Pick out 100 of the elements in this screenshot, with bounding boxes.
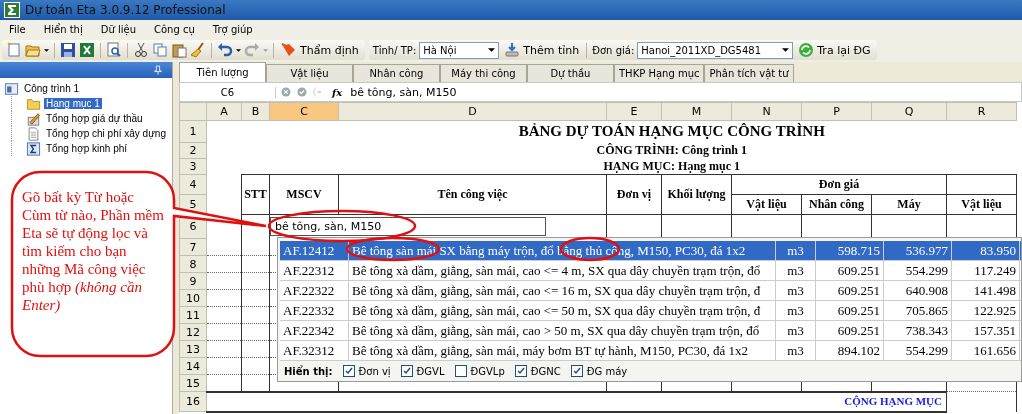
dropdown-arrow-icon[interactable] [488, 48, 496, 52]
add-province-button[interactable]: Thêm tỉnh [502, 42, 582, 58]
tree-item[interactable]: Công trình 1 [4, 81, 82, 96]
sheet-tab[interactable]: Tiên lượng [179, 62, 266, 82]
code-cell: AF.22322 [280, 281, 349, 300]
column-header[interactable]: C [269, 102, 339, 121]
suggestion-row[interactable]: AF.22332 Bê tông xà dầm, giằng, sàn mái, cao <= 50 m, SX qua dây chuyền trạm trộn, đ m3 609.251 705.865 122.925 [280, 301, 1021, 321]
callout-text: Gõ bất kỳ Từ hoặc Cùm từ nào, Phần mềm Eta sẽ tự động lọc và tìm kiếm cho bạn những Mã công việc phù hợp (không cần Enter) [22, 188, 164, 314]
suggestion-row[interactable]: AF.22342 Bê tông xà dầm, giằng, sàn mái, cao > 50 m, SX qua dây chuyền trạm trộn, đổ m3 609.251 738.343 157.351 [280, 321, 1021, 341]
project-line: CÔNG TRÌNH: Công trình 1 [206, 142, 1017, 159]
checkmark-icon [571, 366, 582, 376]
tree-item[interactable]: Tổng hợp giá dự thầu [11, 111, 145, 126]
checkbox-label: Đơn vị [358, 365, 391, 377]
code-cell: AF.22342 [280, 321, 349, 340]
tree-item[interactable]: Tổng hợp chi phí xây dựng [11, 126, 168, 141]
column-heading: Khối lượng [661, 174, 732, 215]
function-button[interactable]: fx [328, 86, 347, 98]
price-cell: 117.249 [952, 261, 1020, 280]
broom-icon[interactable] [190, 42, 206, 58]
checkbox-label: ĐGNC [530, 365, 561, 377]
row-number: 4 [179, 174, 207, 195]
province-label: Tỉnh/ TP: [372, 44, 417, 56]
column-header[interactable]: P [801, 102, 872, 121]
stamp-icon [281, 42, 297, 58]
price-cell: 894.102 [816, 341, 884, 360]
price-cell: 598.715 [816, 241, 884, 260]
suggestion-row[interactable]: AF.32312 Bê tông xà dầm, giằng, sàn mái, máy bơm BT tự hành, M150, PC30, đá 1x2 m3 894.102 554.299 161.656 [280, 341, 1021, 361]
pin-icon[interactable] [154, 65, 162, 75]
spreadsheet-icon[interactable] [79, 42, 95, 58]
corner-cell[interactable] [179, 102, 207, 121]
dropdown-arrow-icon[interactable] [782, 48, 790, 52]
checkbox[interactable] [570, 365, 583, 377]
name-cell: Bê tông xà dầm, giằng, sàn mái, cao <= 50 m, SX qua dây chuyền trạm trộn, đ [349, 301, 776, 320]
price-cell: 83.950 [952, 241, 1020, 260]
suggestion-row[interactable]: AF.22312 Bê tông xà dầm, giằng, sàn mái, cao <= 4 m, SX qua dây chuyền trạm trộn, đổ m3 609.251 554.299 117.249 [280, 261, 1021, 281]
name-cell: Bê tông xà dầm, giằng, sàn mái, cao <= 4 m, SX qua dây chuyền trạm trộn, đổ [349, 261, 776, 280]
menu-item[interactable]: File [0, 23, 35, 35]
name-cell: Bê tông xà dầm, giằng, sàn mái, cao > 50 m, SX qua dây chuyền trạm trộn, đổ [349, 321, 776, 340]
menu-item[interactable]: Công cụ [145, 23, 204, 35]
price-cell: 609.251 [816, 261, 884, 280]
document-icon [26, 126, 41, 141]
column-header[interactable]: B [241, 102, 270, 121]
unit-cell: m3 [776, 241, 816, 260]
row-number: 16 [179, 391, 207, 412]
column-header[interactable]: Q [871, 102, 947, 121]
tree-item[interactable]: Hạng mục 1 [11, 96, 102, 111]
project-icon [4, 81, 19, 96]
price-cell: 640.908 [884, 281, 952, 300]
lookup-button[interactable]: Tra lại ĐG [796, 42, 873, 58]
checkbox[interactable] [514, 365, 527, 377]
item-line: HẠNG MỤC: Hạng mục 1 [206, 158, 1017, 175]
menu-item[interactable]: Trợ giúp [203, 23, 262, 35]
paste-icon[interactable] [171, 42, 187, 58]
pencil-document-icon [26, 111, 41, 126]
price-cell: 141.498 [952, 281, 1020, 300]
cell-input-field[interactable]: bê tông, sàn, M150 [270, 217, 546, 237]
sheet-tab[interactable]: Nhân công [353, 64, 440, 82]
checkbox-label: ĐGVLp [470, 365, 505, 377]
unit-cell: m3 [776, 281, 816, 300]
price-cell: 609.251 [816, 281, 884, 300]
formula-field[interactable]: bê tông, sàn, M150 [350, 85, 457, 99]
save-icon[interactable] [60, 42, 76, 58]
menu-item[interactable]: Dữ liệu [91, 23, 145, 35]
undo-icon[interactable] [217, 42, 233, 58]
tree-item[interactable]: Tổng hợp kinh phí [11, 141, 130, 156]
column-heading: Máy [871, 194, 947, 215]
column-heading: Vật liệu [731, 194, 802, 215]
sum-icon [26, 141, 41, 156]
column-header[interactable]: R [946, 102, 1017, 121]
column-header[interactable]: A [206, 102, 242, 121]
sheet-tab[interactable]: Phân tích vật tư [704, 64, 794, 82]
name-cell: Bê tông xà dầm, giằng, sàn mái, máy bơm BT tự hành, M150, PC30, đá 1x2 [349, 341, 776, 360]
sheet-tab[interactable]: THKP Hạng mục [614, 64, 705, 82]
print-preview-icon[interactable] [106, 42, 122, 58]
review-button[interactable]: Thẩm định [279, 42, 361, 58]
price-cell: 536.977 [884, 241, 952, 260]
price-dropdown[interactable]: Hanoi_2011XD_DG5481 [637, 41, 794, 59]
cut-icon[interactable] [133, 42, 149, 58]
province-dropdown[interactable]: Hà Nội [419, 41, 500, 59]
price-cell: 705.865 [884, 301, 952, 320]
column-header[interactable]: E [606, 102, 662, 121]
sheet-tab[interactable]: Máy thi công [440, 64, 527, 82]
price-cell: 609.251 [816, 301, 884, 320]
menu-item[interactable]: Hiển thị [34, 23, 92, 35]
unit-cell: m3 [776, 321, 816, 340]
price-cell: 157.351 [952, 321, 1020, 340]
code-cell: AF.12412 [280, 241, 349, 260]
column-header[interactable]: D [338, 102, 607, 121]
column-heading: Tên công việc [338, 174, 607, 215]
checkbox[interactable] [400, 365, 413, 377]
checkbox[interactable] [342, 365, 355, 377]
sheet-tab[interactable]: Dự thầu [527, 64, 614, 82]
suggestion-row[interactable]: AF.22322 Bê tông xà dầm, giằng, sàn mái, cao <= 16 m, SX qua dây chuyền trạm trộn, đ m3 609.251 640.908 141.498 [280, 281, 1021, 301]
column-header[interactable]: M [661, 102, 732, 121]
column-header[interactable]: N [731, 102, 802, 121]
sheet-tab[interactable]: Vật liệu [266, 64, 353, 82]
checkbox[interactable] [454, 365, 467, 377]
column-heading: MSCV [269, 174, 339, 215]
code-cell: AF.22332 [280, 301, 349, 320]
code-cell: AF.32312 [280, 341, 349, 360]
